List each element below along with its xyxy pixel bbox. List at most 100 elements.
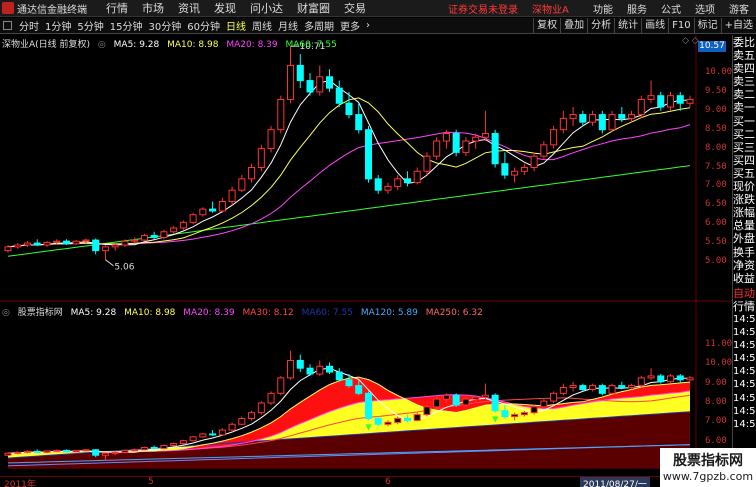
btn-zixuan[interactable]: +自选 bbox=[720, 17, 756, 34]
candle-body-up bbox=[608, 114, 616, 131]
sub-price-tick: 9.00 bbox=[705, 377, 727, 388]
side-time: 14:5 bbox=[733, 392, 756, 404]
period-1min[interactable]: 1分钟 bbox=[42, 18, 74, 33]
sub-candle-body-down bbox=[306, 367, 314, 375]
low-marker bbox=[105, 259, 114, 267]
period-60min[interactable]: 60分钟 bbox=[184, 18, 223, 33]
candle-body-up bbox=[14, 244, 22, 248]
period-fenshi[interactable]: 分时 bbox=[16, 18, 42, 33]
menu-gongshi[interactable]: 公式 bbox=[654, 1, 688, 16]
candle-body-up bbox=[647, 95, 655, 100]
sub-candle-body-down bbox=[452, 394, 460, 406]
btn-fuquan[interactable]: 复权 bbox=[533, 17, 560, 34]
period-multi[interactable]: 多周期 bbox=[301, 18, 337, 33]
period-more-arrow-icon[interactable]: › bbox=[363, 20, 373, 31]
candle-body-up bbox=[170, 227, 178, 233]
sub-candle-body-up bbox=[72, 449, 80, 453]
period-daily[interactable]: 日线 bbox=[223, 18, 249, 33]
candle-body-up bbox=[520, 167, 528, 172]
candle-body-up bbox=[179, 221, 187, 229]
period-15min[interactable]: 15分钟 bbox=[107, 18, 146, 33]
sub-price-tick: 10.00 bbox=[705, 358, 733, 369]
kline-chart[interactable]: 10.715.06▼▼ bbox=[0, 35, 732, 476]
candle-body-down bbox=[296, 64, 304, 82]
candle-body-up bbox=[462, 140, 470, 153]
sub-candle-body-up bbox=[277, 377, 285, 394]
candle-body-up bbox=[550, 129, 558, 146]
btn-diejia[interactable]: 叠加 bbox=[560, 17, 587, 34]
sub-candle-body-down bbox=[676, 375, 684, 381]
period-monthly[interactable]: 月线 bbox=[275, 18, 301, 33]
menu-shichang[interactable]: 市场 bbox=[135, 0, 171, 16]
sub-candle-body-up bbox=[530, 406, 538, 414]
side-item: 总量 bbox=[733, 219, 755, 233]
panel-toggle-icon[interactable] bbox=[3, 21, 12, 30]
stock-name-title: 深物业A bbox=[532, 4, 569, 16]
candle-body-up bbox=[82, 239, 90, 242]
candle-body-up bbox=[267, 129, 275, 150]
sub-candle-body-down bbox=[579, 385, 587, 390]
menu-hangqing[interactable]: 行情 bbox=[99, 0, 135, 16]
sub-candle-body-down bbox=[657, 375, 665, 383]
sub-candle-body-up bbox=[287, 359, 295, 379]
legend2-ma20: MA20: 8.39 bbox=[183, 308, 235, 318]
menu-caifuquan[interactable]: 财富圈 bbox=[290, 0, 337, 16]
sub-price-tick: 6.00 bbox=[705, 435, 727, 446]
sub-candle-body-up bbox=[131, 449, 139, 452]
candle-body-up bbox=[637, 98, 645, 116]
candle-body-up bbox=[277, 98, 285, 131]
candle-body-up bbox=[228, 189, 236, 203]
sub-candle-body-up bbox=[257, 402, 265, 414]
candle-body-up bbox=[442, 132, 450, 142]
candle-body-down bbox=[325, 76, 334, 89]
menu-fuwu[interactable]: 服务 bbox=[620, 1, 654, 16]
candle-body-up bbox=[394, 178, 402, 187]
sub-candle-body-down bbox=[598, 385, 606, 394]
candle-body-up bbox=[686, 98, 694, 104]
candle-body-down bbox=[335, 87, 343, 104]
candle-body-down bbox=[598, 114, 606, 131]
period-5min[interactable]: 5分钟 bbox=[74, 18, 106, 33]
login-notice[interactable]: 证券交易未登录 bbox=[441, 1, 525, 16]
period-more[interactable]: 更多 bbox=[337, 18, 363, 33]
candle-body-up bbox=[628, 114, 636, 119]
legend-ma60: MA60: 7.55 bbox=[285, 40, 337, 50]
candle-body-up bbox=[199, 208, 207, 216]
sub-candle-body-down bbox=[403, 417, 411, 421]
side-time: 14:5 bbox=[733, 353, 756, 365]
btn-f10[interactable]: F10 bbox=[668, 17, 693, 34]
legend2-ma250: MA250: 6.32 bbox=[425, 308, 483, 318]
app-title: 通达信金融终端 bbox=[17, 4, 87, 16]
menu-jiaoyi[interactable]: 交易 bbox=[337, 0, 373, 16]
period-30min[interactable]: 30分钟 bbox=[145, 18, 184, 33]
period-weekly[interactable]: 周线 bbox=[249, 18, 275, 33]
candle-body-down bbox=[62, 240, 70, 245]
menu-zixun[interactable]: 资讯 bbox=[171, 0, 207, 16]
menu-xuanxiang[interactable]: 选项 bbox=[688, 1, 722, 16]
menu-gongneng[interactable]: 功能 bbox=[586, 1, 620, 16]
btn-tongji[interactable]: 统计 bbox=[614, 17, 641, 34]
legend-ma5: MA5: 9.28 bbox=[113, 40, 160, 50]
sub-candle-body-up bbox=[608, 385, 616, 394]
sub-candle-body-up bbox=[267, 392, 275, 404]
btn-huaxian[interactable]: 画线 bbox=[641, 17, 668, 34]
menu-youke[interactable]: 游客 bbox=[722, 1, 756, 16]
btn-fenxi[interactable]: 分析 bbox=[587, 17, 614, 34]
sub-candle-body-up bbox=[647, 375, 655, 379]
btn-biaoji[interactable]: 标记 bbox=[693, 17, 721, 34]
menu-wenxiaoda[interactable]: 问小达 bbox=[243, 0, 290, 16]
price-tick: 5.50 bbox=[705, 237, 727, 248]
candle-body-down bbox=[374, 178, 382, 191]
candle-body-up bbox=[248, 167, 256, 180]
side-hangqing[interactable]: 行情 bbox=[733, 300, 756, 313]
candle-body-up bbox=[559, 117, 567, 131]
price-tick: 6.50 bbox=[705, 199, 727, 210]
side-auto[interactable]: 自动 bbox=[733, 287, 756, 300]
sub-candle-body-up bbox=[423, 406, 431, 416]
sub-candle-body-up bbox=[199, 433, 207, 438]
collapse-icon[interactable]: ◇ ◇ bbox=[682, 36, 699, 46]
candle-body-down bbox=[676, 95, 684, 104]
menu-faxian[interactable]: 发现 bbox=[207, 0, 243, 16]
legend-circle-icon-2: ◎ bbox=[2, 308, 10, 318]
sub-candle-body-up bbox=[686, 377, 694, 381]
